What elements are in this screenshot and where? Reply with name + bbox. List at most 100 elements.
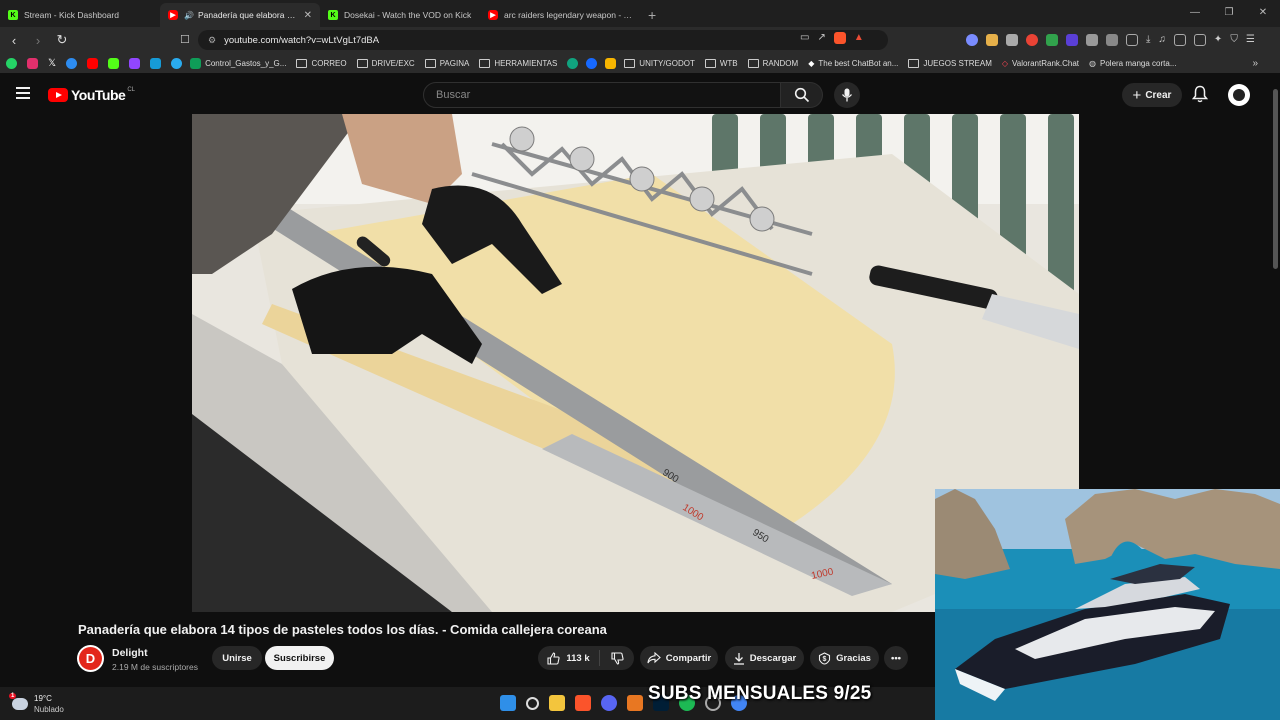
search-box xyxy=(423,82,823,108)
subscribe-button[interactable]: Suscribirse xyxy=(265,646,334,670)
youtube-icon: ▶ xyxy=(168,10,178,20)
bookmark-label: RANDOM xyxy=(762,58,799,68)
whatsapp-icon[interactable] xyxy=(6,57,17,69)
folder-icon xyxy=(479,58,491,68)
youtube-icon[interactable] xyxy=(87,57,99,69)
behance-icon[interactable] xyxy=(586,57,598,69)
bookmark-folder-correo[interactable]: CORREO xyxy=(296,58,347,68)
extension-icon[interactable] xyxy=(1106,34,1118,46)
rewards-icon[interactable]: ▲ xyxy=(854,32,864,44)
bookmark-folder-random[interactable]: RANDOM xyxy=(747,58,799,68)
wallet-icon[interactable] xyxy=(1193,34,1206,46)
chatgpt-icon[interactable] xyxy=(567,57,579,69)
close-icon[interactable]: ✕ xyxy=(304,10,312,21)
menu-icon[interactable] xyxy=(16,87,30,99)
bookmark-chatbot[interactable]: ◆ The best ChatBot an... xyxy=(808,59,898,68)
extension-icon[interactable] xyxy=(1126,34,1138,46)
bookmark-folder-herramientas[interactable]: HERRAMIENTAS xyxy=(479,58,557,68)
create-button[interactable]: + Crear xyxy=(1122,83,1182,107)
like-count: 113 k xyxy=(566,652,590,664)
brave-browser-icon[interactable] xyxy=(575,695,591,711)
bookmark-folder-wtb[interactable]: WTB xyxy=(704,58,738,68)
valorant-icon: ◇ xyxy=(1001,58,1009,68)
extension-icon[interactable] xyxy=(1066,34,1078,46)
paypal-icon[interactable] xyxy=(150,57,162,69)
discord-icon[interactable] xyxy=(601,695,617,711)
more-bookmarks-icon[interactable]: » xyxy=(1252,58,1258,69)
speaker-icon[interactable]: 🔊 xyxy=(184,11,194,20)
dislike-button[interactable] xyxy=(600,651,634,665)
address-bar[interactable]: ⚙ youtube.com/watch?v=wLtVgLt7dBA xyxy=(198,30,888,50)
scrollbar-thumb[interactable] xyxy=(1273,89,1278,269)
x-icon[interactable]: 𝕏 xyxy=(48,58,56,69)
maximize-icon[interactable]: ❐ xyxy=(1212,0,1246,26)
new-tab-button[interactable]: + xyxy=(640,3,664,27)
download-button[interactable]: Descargar xyxy=(725,646,804,670)
app-icon[interactable] xyxy=(627,695,643,711)
extension-icon[interactable] xyxy=(1006,34,1018,46)
search-button[interactable] xyxy=(781,82,823,108)
extension-icon[interactable] xyxy=(1026,34,1038,46)
extension-icon[interactable] xyxy=(986,34,998,46)
reload-icon[interactable]: ↻ xyxy=(52,32,72,48)
search-input[interactable] xyxy=(423,82,781,108)
bookmark-icon[interactable]: ☐ xyxy=(180,33,190,46)
join-button[interactable]: Unirse xyxy=(212,646,262,670)
instagram-icon[interactable] xyxy=(27,57,38,69)
channel-name[interactable]: Delight xyxy=(112,647,148,659)
file-explorer-icon[interactable] xyxy=(549,695,565,711)
vpn-icon[interactable]: ⛉ xyxy=(1230,34,1238,46)
tab-youtube-search[interactable]: ▶ arc raiders legendary weapon - YouTube xyxy=(480,3,640,27)
close-window-icon[interactable]: ✕ xyxy=(1246,0,1280,26)
bookmark-folder-drive[interactable]: DRIVE/EXC xyxy=(356,58,415,68)
leo-ai-icon[interactable]: ✦ xyxy=(1214,34,1222,46)
forward-icon[interactable]: › xyxy=(28,33,48,48)
cast-icon[interactable]: ▭ xyxy=(800,32,809,44)
account-avatar[interactable] xyxy=(1228,84,1250,106)
bookmark-folder-unity-godot[interactable]: UNITY/GODOT xyxy=(624,58,695,68)
bookmark-valorant-rank[interactable]: ◇ ValorantRank.Chat xyxy=(1002,59,1079,68)
bookmark-control-gastos[interactable]: Control_Gastos_y_G... xyxy=(190,57,286,69)
logo-text: YouTube xyxy=(71,87,126,103)
like-button[interactable]: 113 k xyxy=(538,650,600,666)
search-icon[interactable] xyxy=(526,696,539,710)
bookmark-folder-juegos-stream[interactable]: JUEGOS STREAM xyxy=(908,58,992,68)
share-button[interactable]: Compartir xyxy=(640,646,718,670)
twitch-icon[interactable] xyxy=(129,57,141,69)
bookmark-folder-pagina[interactable]: PAGINA xyxy=(424,58,469,68)
tab-youtube-video[interactable]: ▶ 🔊 Panadería que elabora 14 tipos de pa… xyxy=(160,3,320,27)
windows-start-icon[interactable] xyxy=(500,695,516,711)
channel-avatar[interactable]: D xyxy=(77,645,104,672)
kick-icon[interactable] xyxy=(108,57,120,69)
globe-icon: ◍ xyxy=(1089,58,1096,68)
bookmark-label: ValorantRank.Chat xyxy=(1012,58,1080,68)
browser-menu-icon[interactable]: ☰ xyxy=(1246,34,1255,46)
bookmark-polera[interactable]: ◍ Polera manga corta... xyxy=(1089,59,1176,68)
sidebar-icon[interactable] xyxy=(1173,34,1186,46)
site-info-icon[interactable]: ⚙ xyxy=(208,35,216,46)
youtube-logo[interactable]: YouTube CL xyxy=(48,87,135,103)
download-icon xyxy=(733,652,744,665)
thanks-button[interactable]: $ Gracias xyxy=(810,646,879,670)
download-icon[interactable]: ⤓ xyxy=(1146,34,1150,46)
minimize-icon[interactable]: — xyxy=(1178,0,1212,26)
brave-shield-icon[interactable] xyxy=(833,32,846,44)
bookmark-label: Polera manga corta... xyxy=(1100,58,1177,68)
bookmark-icon[interactable] xyxy=(605,57,617,69)
tab-kick-vod[interactable]: K Dosekai - Watch the VOD on Kick xyxy=(320,3,480,27)
tab-kick-dashboard[interactable]: K Stream - Kick Dashboard xyxy=(0,3,160,27)
extensions-puzzle-icon[interactable] xyxy=(1086,34,1098,46)
notifications-bell-icon[interactable] xyxy=(1192,85,1208,103)
browser-toolbar: ‹ › ↻ ☐ ⚙ youtube.com/watch?v=wLtVgLt7dB… xyxy=(0,27,1280,53)
telegram-icon[interactable] xyxy=(171,57,183,69)
extension-icon[interactable] xyxy=(966,34,978,46)
back-icon[interactable]: ‹ xyxy=(4,33,24,48)
share-page-icon[interactable]: ↗ xyxy=(817,32,825,44)
extension-icon[interactable] xyxy=(1046,34,1058,46)
bookmark-label: The best ChatBot an... xyxy=(818,58,899,68)
voice-search-button[interactable] xyxy=(834,82,860,108)
weather-widget[interactable]: 1 19°C Nublado xyxy=(9,693,64,715)
more-actions-button[interactable]: ••• xyxy=(884,646,908,670)
cloud-icon[interactable] xyxy=(66,57,78,69)
media-icon[interactable]: ♫ xyxy=(1158,34,1166,46)
